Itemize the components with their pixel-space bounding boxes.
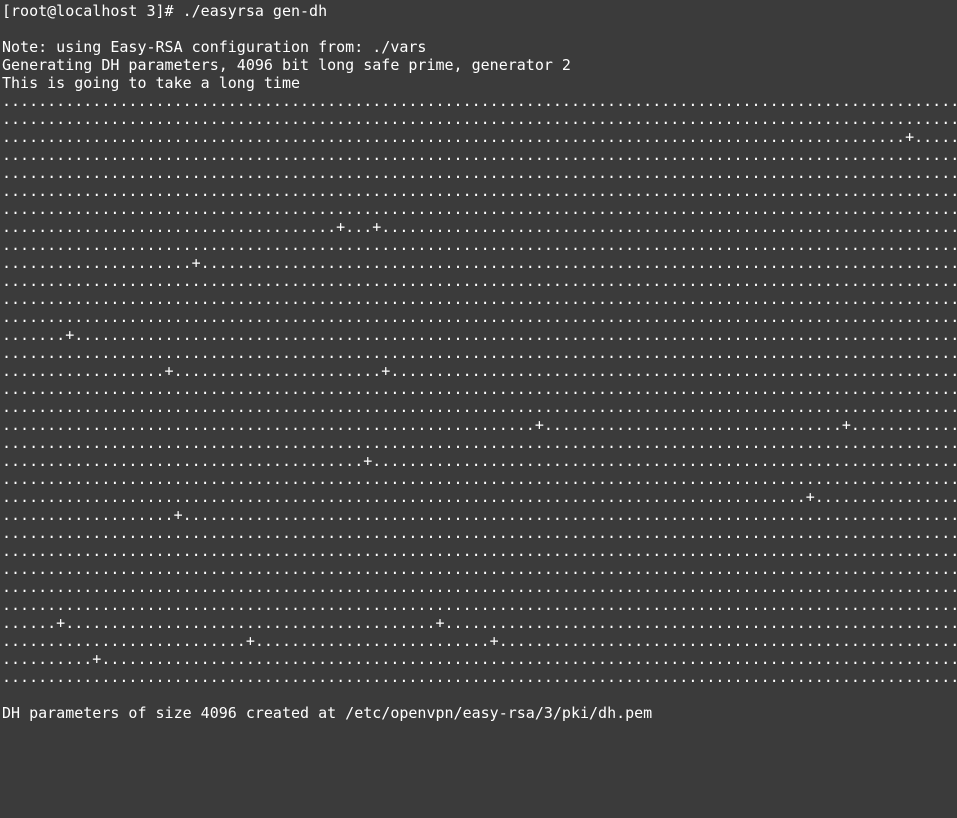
shell-prompt: [root@localhost 3]# [2, 2, 174, 20]
progress-line: ........................................… [2, 470, 957, 488]
progress-line: ........................................… [2, 398, 957, 416]
progress-line: ........................................… [2, 668, 957, 686]
dh-file-path: /etc/openvpn/easy-rsa/3/pki/dh.pem [345, 704, 653, 722]
progress-line: .......+................................… [2, 326, 957, 344]
progress-line: ........................................… [2, 542, 957, 560]
progress-line: ........................................… [2, 146, 957, 164]
progress-line: ........................................… [2, 110, 957, 128]
result-text: DH parameters of size 4096 created at [2, 704, 346, 722]
progress-line: ........................................… [2, 272, 957, 290]
output-line: This is going to take a long time [2, 74, 301, 92]
output-line: Note: using Easy-RSA configuration from:… [2, 38, 427, 56]
progress-line: ...........................+............… [2, 632, 957, 650]
progress-line: ...................+....................… [2, 506, 957, 524]
progress-line: ........................................… [2, 596, 957, 614]
progress-line: ........................................… [2, 488, 957, 506]
command-line: [root@localhost 3]# ./easyrsa gen-dh [2, 2, 957, 20]
terminal-window[interactable]: [root@localhost 3]# ./easyrsa gen-dh Not… [0, 0, 957, 818]
progress-line: ........................................… [2, 434, 957, 452]
progress-line: ........................................… [2, 164, 957, 182]
progress-line: ........................................… [2, 200, 957, 218]
result-line: DH parameters of size 4096 created at /e… [2, 704, 957, 722]
progress-line: ........................................… [2, 452, 957, 470]
progress-line: ........................................… [2, 236, 957, 254]
progress-line: ........................................… [2, 182, 957, 200]
progress-line: ........................................… [2, 578, 957, 596]
progress-block: ........................................… [2, 92, 957, 686]
output-block: Note: using Easy-RSA configuration from:… [2, 38, 957, 92]
progress-line: ........................................… [2, 560, 957, 578]
progress-line: ......+.................................… [2, 614, 957, 632]
progress-line: ........................................… [2, 344, 957, 362]
progress-line: ........................................… [2, 290, 957, 308]
output-line: Generating DH parameters, 4096 bit long … [2, 56, 571, 74]
progress-line: ..........+.............................… [2, 650, 957, 668]
progress-line: .....................+..................… [2, 254, 957, 272]
progress-line: .....................................+..… [2, 218, 957, 236]
progress-line: ........................................… [2, 92, 957, 110]
progress-line: ........................................… [2, 128, 957, 146]
progress-line: ........................................… [2, 380, 957, 398]
progress-line: ..................+.....................… [2, 362, 957, 380]
progress-line: ........................................… [2, 308, 957, 326]
progress-line: ........................................… [2, 524, 957, 542]
command-text: ./easyrsa gen-dh [182, 2, 328, 20]
progress-line: ........................................… [2, 416, 957, 434]
